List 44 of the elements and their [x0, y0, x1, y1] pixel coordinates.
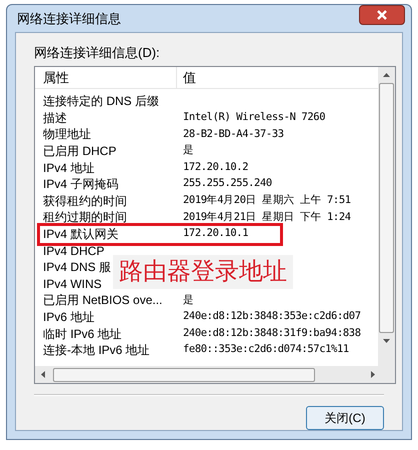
property-name: IPv4 地址	[43, 160, 94, 175]
property-name: IPv4 DNS 服	[43, 260, 112, 274]
property-value: 2019年4月20日 星期六 上午 7:51	[182, 192, 351, 208]
property-value: 是	[182, 143, 194, 158]
scroll-up-icon[interactable]	[383, 73, 390, 77]
property-value: fe80::353e:c2d6:d074:57c1%11	[182, 342, 349, 358]
property-value: 2019年4月21日 星期日 下午 1:24	[182, 210, 351, 225]
property-name: 租约过期的时间	[43, 210, 127, 224]
scroll-down-icon[interactable]	[383, 339, 390, 343]
property-value: 240e:d8:12b:3848:31f9:ba94:838	[182, 326, 361, 341]
close-button[interactable]	[359, 5, 405, 26]
property-name: IPv4 默认网关	[43, 227, 118, 242]
property-value: 是	[182, 292, 194, 308]
property-name: 临时 IPv6 地址	[43, 326, 122, 341]
property-name: 描述	[43, 110, 67, 125]
property-value: Intel(R) Wireless-N 7260	[182, 110, 326, 126]
property-name: 物理地址	[43, 127, 91, 142]
property-name: 连接特定的 DNS 后缀	[43, 94, 160, 108]
close-button[interactable]: 关闭(C)	[306, 406, 384, 430]
scroll-right-icon[interactable]	[371, 371, 375, 378]
property-name: IPv4 WINS	[43, 276, 102, 291]
scroll-left-icon[interactable]	[41, 371, 45, 378]
column-header[interactable]: 值	[177, 67, 378, 88]
property-name: 已启用 DHCP	[43, 144, 116, 158]
scrollbar-thumb[interactable]	[53, 368, 315, 382]
property-value: 28-B2-BD-A4-37-33	[182, 126, 284, 142]
property-name: 已启用 NetBIOS ove...	[43, 293, 162, 308]
property-name: IPv6 地址	[43, 310, 94, 324]
column-header[interactable]: 属性	[35, 67, 177, 88]
property-value: 240e:d8:12b:3848:353e:c2d6:d07	[182, 309, 361, 324]
property-value: 172.20.10.1	[182, 226, 248, 242]
property-name: 获得租约的时间	[43, 194, 127, 208]
property-value: 172.20.10.2	[182, 160, 248, 175]
property-name: IPv4 子网掩码	[43, 177, 118, 192]
window-title: 网络连接详细信息	[17, 10, 121, 28]
annotation-label: 路由器登录地址	[113, 255, 293, 289]
property-value: 255.255.255.240	[182, 176, 272, 192]
scrollbar-thumb[interactable]	[379, 83, 394, 333]
property-name: 连接-本地 IPv6 地址	[43, 343, 150, 358]
property-name: IPv4 DHCP	[43, 244, 104, 258]
horizontal-scrollbar[interactable]	[35, 366, 395, 383]
close-icon	[377, 10, 387, 20]
group-label: 网络连接详细信息(D):	[34, 44, 161, 62]
vertical-scrollbar[interactable]	[378, 67, 395, 366]
